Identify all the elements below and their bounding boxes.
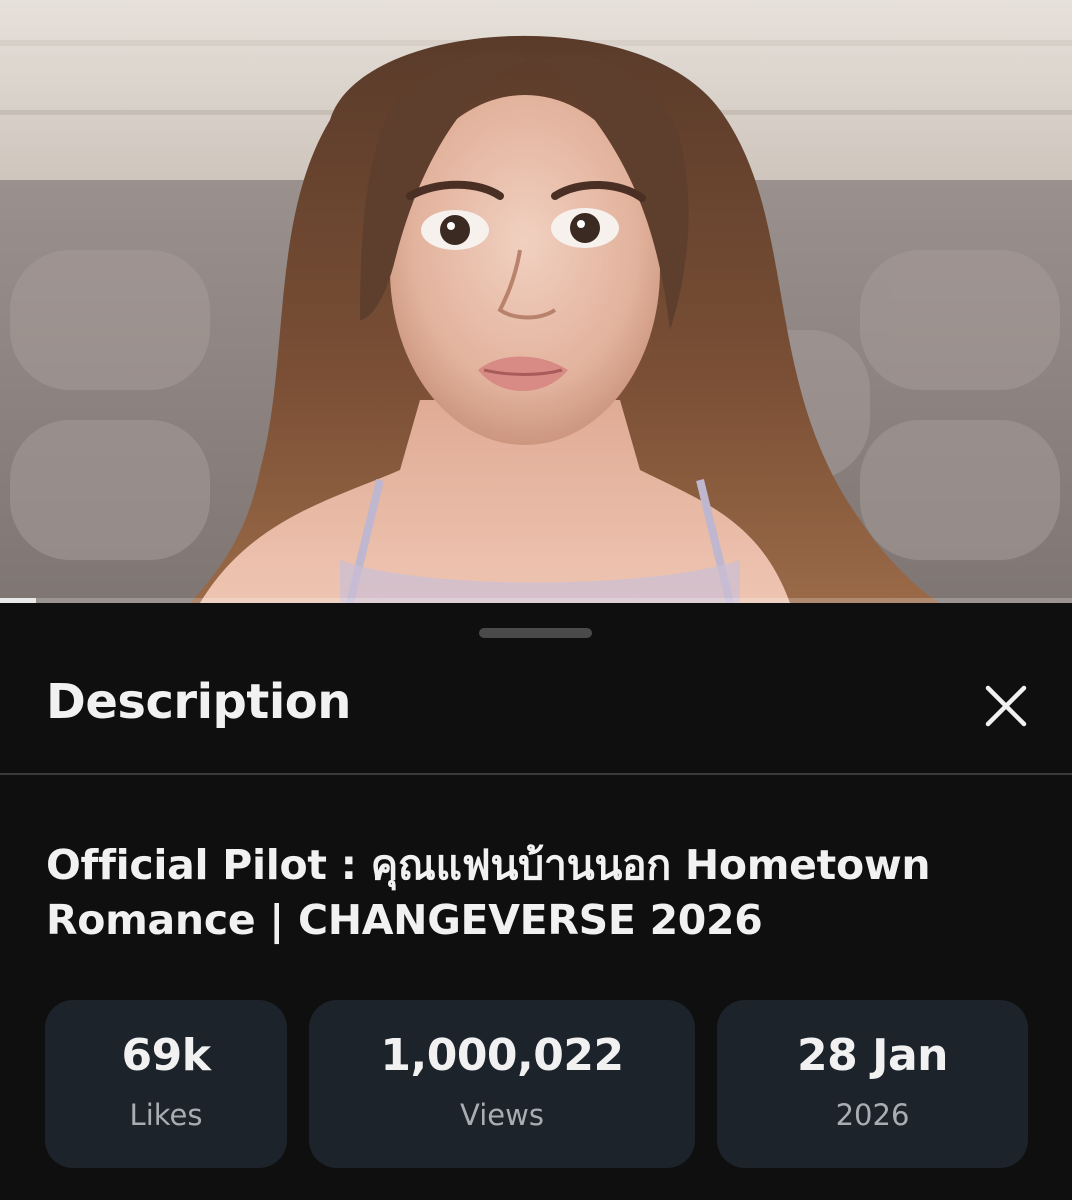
views-label: Views [460,1098,544,1132]
video-progress-played [0,598,37,603]
video-player[interactable] [0,0,1072,603]
video-title: Official Pilot : คุณแฟนบ้านนอก Hometown … [46,841,931,944]
close-icon [985,685,1027,727]
description-panel: Description Official Pilot : คุณแฟนบ้านน… [0,606,1072,1200]
upload-year: 2026 [835,1098,910,1132]
divider [0,773,1072,775]
video-progress-bar[interactable] [0,598,1072,603]
video-frame-image [0,0,1072,603]
likes-stat: 69k Likes [45,1000,287,1168]
views-count: 1,000,022 [380,1030,624,1081]
drag-handle[interactable] [479,628,592,638]
upload-date-stat: 28 Jan 2026 [717,1000,1028,1168]
likes-label: Likes [129,1098,203,1132]
close-button[interactable] [976,676,1036,736]
views-stat: 1,000,022 Views [309,1000,695,1168]
panel-title: Description [46,674,351,730]
upload-date: 28 Jan [797,1030,948,1081]
likes-count: 69k [121,1030,212,1081]
